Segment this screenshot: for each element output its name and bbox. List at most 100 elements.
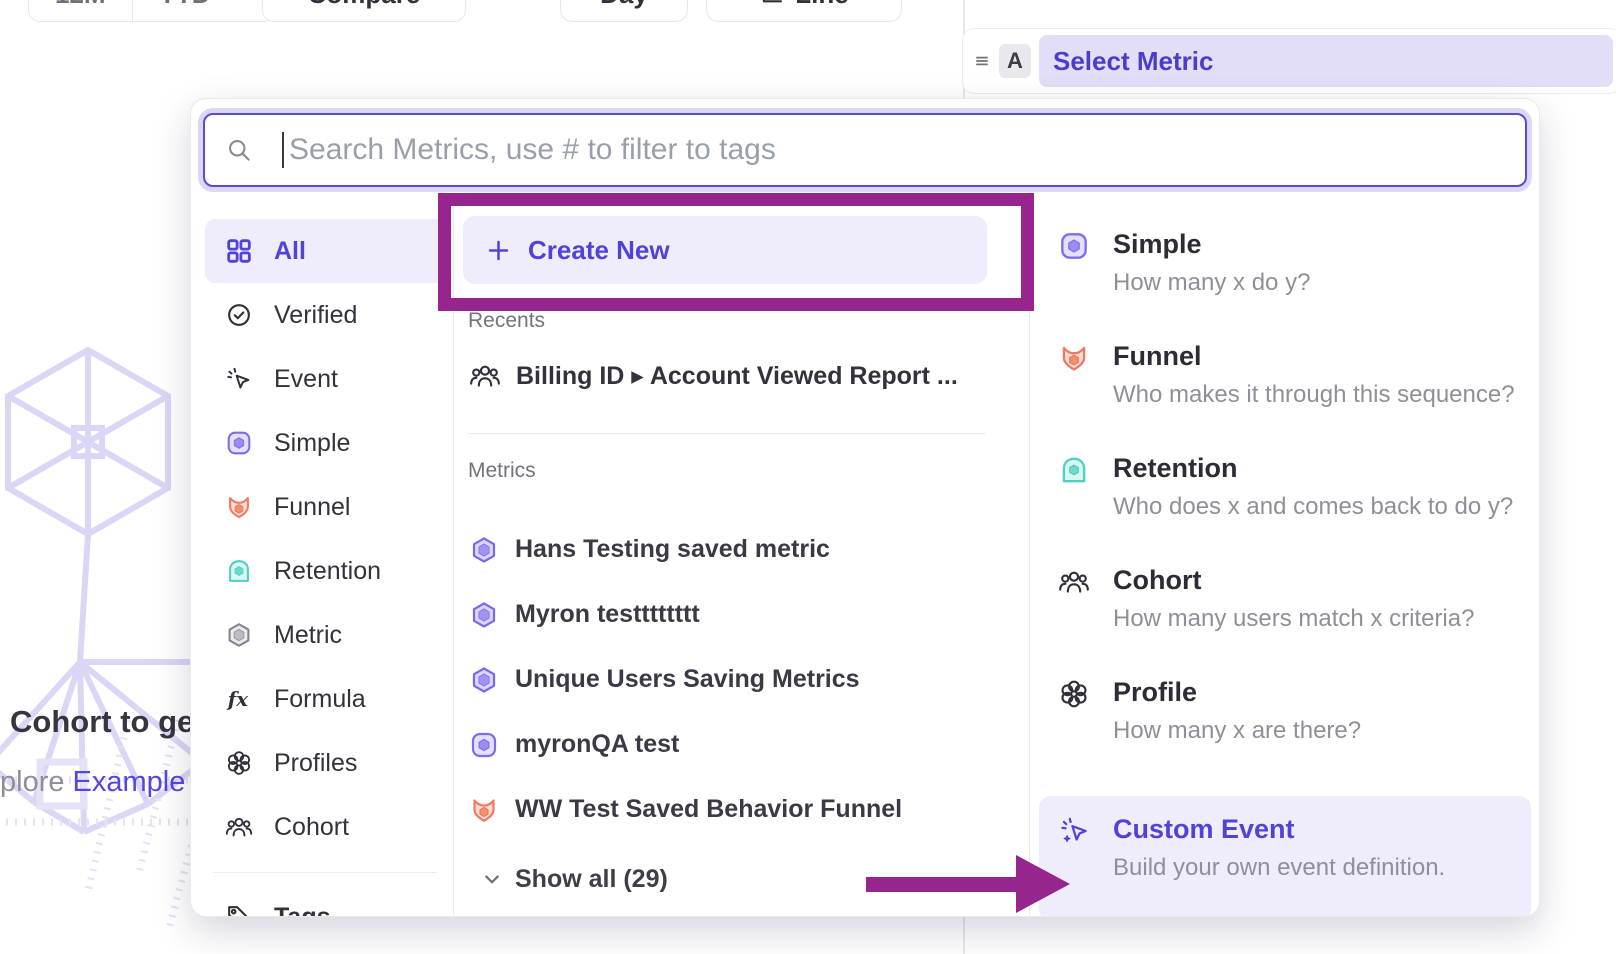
cursor-spark-accent-icon [1057, 814, 1091, 848]
chevron-down-icon [219, 0, 239, 4]
tag-icon [224, 902, 254, 917]
sidebar-item-cohort[interactable]: Cohort [205, 795, 445, 859]
funnel-icon [1057, 341, 1091, 375]
sidebar-item-metric[interactable]: Metric [205, 603, 445, 667]
metric-type-retention[interactable]: Retention Who does x and comes back to do… [1029, 451, 1539, 563]
funnel-icon [468, 794, 500, 826]
flower-icon [224, 748, 254, 778]
annotation-box [438, 193, 1034, 311]
metric-list-item[interactable]: WW Test Saved Behavior Funnel [468, 777, 1013, 842]
metric-slot-bar: A Select Metric [962, 28, 1616, 94]
sidebar-separator [213, 872, 437, 873]
sidebar-item-label: Profiles [274, 749, 357, 778]
background-subtext-prefix: plore [0, 766, 73, 798]
metric-type-funnel[interactable]: Funnel Who makes it through this sequence… [1029, 339, 1539, 451]
metrics-heading: Metrics [468, 459, 536, 483]
metric-type-profile[interactable]: ProfileHow many x are there? [1029, 675, 1539, 787]
line-chart-icon [759, 0, 785, 7]
day-label: Day [600, 0, 648, 10]
flower-icon [1057, 677, 1091, 711]
range-ytd-label: YTD [159, 0, 211, 10]
sidebar-item-tags[interactable]: Tags [205, 885, 445, 917]
sidebar-item-label: Tags [274, 903, 331, 918]
sidebar-item-label: Event [274, 365, 338, 394]
arch-icon [1057, 453, 1091, 487]
sidebar-item-label: All [274, 237, 306, 266]
sidebar-item-verified[interactable]: Verified [205, 283, 445, 347]
example-reports-link[interactable]: Example Re [73, 766, 190, 798]
sidebar-item-retention[interactable]: Retention [205, 539, 445, 603]
range-ytd-button[interactable]: YTD [132, 0, 275, 21]
recents-heading: Recents [468, 309, 545, 333]
svg-text:fx: fx [226, 688, 248, 711]
metric-item-label: WW Test Saved Behavior Funnel [515, 795, 902, 824]
metric-type-title: Retention [1113, 451, 1513, 485]
metric-type-title: Simple [1113, 227, 1310, 261]
sidebar-item-formula[interactable]: fx Formula [205, 667, 445, 731]
board-icon [224, 428, 254, 458]
show-all-label: Show all (29) [515, 865, 668, 894]
compare-button[interactable]: Compare [262, 0, 466, 22]
metric-type-desc: Who makes it through this sequence? [1113, 381, 1515, 409]
select-metric-label: Select Metric [1053, 46, 1213, 77]
sidebar-item-label: Simple [274, 429, 350, 458]
date-range-toggle[interactable]: 12M YTD [28, 0, 276, 22]
sidebar-item-simple[interactable]: Simple [205, 411, 445, 475]
day-granularity-button[interactable]: Day [560, 0, 688, 22]
metric-list-item[interactable]: Myron testttttttt [468, 582, 1013, 647]
search-field-wrap [203, 113, 1527, 187]
hex-purple-icon [468, 664, 500, 696]
grid-icon [224, 236, 254, 266]
metric-list-item[interactable]: Unique Users Saving Metrics [468, 647, 1013, 712]
metric-type-desc: How many x do y? [1113, 269, 1310, 297]
metric-list-item[interactable]: myronQA test [468, 712, 1013, 777]
funnel-icon [224, 492, 254, 522]
metric-list-item[interactable]: Hans Testing saved metric [468, 517, 1013, 582]
hex-gray-icon [224, 620, 254, 650]
metric-type-title: Custom Event [1113, 812, 1445, 846]
compare-label: Compare [308, 0, 421, 10]
verified-icon [224, 300, 254, 330]
series-a-badge: A [999, 44, 1031, 78]
metric-type-desc: Who does x and comes back to do y? [1113, 493, 1513, 521]
line-chart-type-button[interactable]: Line [706, 0, 902, 22]
metric-type-title: Funnel [1113, 339, 1515, 373]
metric-item-label: Unique Users Saving Metrics [515, 665, 860, 694]
formula-icon: fx [224, 684, 254, 714]
sidebar-item-funnel[interactable]: Funnel [205, 475, 445, 539]
metric-type-list: Simple How many x do y? Funnel Who makes it… [1029, 227, 1539, 917]
hex-purple-icon [468, 534, 500, 566]
metric-type-desc: How many users match x criteria? [1113, 605, 1474, 633]
people-icon [224, 812, 254, 842]
sidebar-item-label: Cohort [274, 813, 349, 842]
metric-type-cohort[interactable]: Cohort How many users match x criteria? [1029, 563, 1539, 675]
sidebar-item-label: Retention [274, 557, 381, 586]
column-divider-left [453, 207, 454, 916]
people-icon [1057, 565, 1091, 599]
sidebar-item-label: Formula [274, 685, 366, 714]
recent-item-billing[interactable]: Billing ID ▸ Account Viewed Report ... [468, 347, 988, 405]
range-12m-button[interactable]: 12M [29, 0, 132, 21]
sidebar-item-label: Metric [274, 621, 342, 650]
sidebar-item-all[interactable]: All [205, 219, 445, 283]
metric-type-desc: How many x are there? [1113, 717, 1361, 745]
sidebar-item-label: Funnel [274, 493, 350, 522]
arch-icon [224, 556, 254, 586]
recents-separator [468, 433, 986, 434]
sidebar-item-event[interactable]: Event [205, 347, 445, 411]
metric-item-label: Hans Testing saved metric [515, 535, 830, 564]
metric-type-simple[interactable]: Simple How many x do y? [1029, 227, 1539, 339]
show-all-toggle[interactable]: Show all (29) [479, 857, 668, 901]
drag-handle-icon[interactable] [973, 52, 991, 70]
metric-item-label: Myron testttttttt [515, 600, 700, 629]
select-metric-pill[interactable]: Select Metric [1039, 35, 1613, 87]
cursor-dark-icon [224, 364, 254, 394]
metric-item-label: myronQA test [515, 730, 679, 759]
metric-type-custom-event[interactable]: Custom EventBuild your own event definit… [1039, 796, 1531, 917]
metric-type-title: Cohort [1113, 563, 1474, 597]
sidebar-item-profiles[interactable]: Profiles [205, 731, 445, 795]
metric-search-input[interactable] [203, 113, 1527, 187]
board-icon [1057, 229, 1091, 263]
sidebar-item-label: Verified [274, 301, 357, 330]
recent-item-label: Billing ID ▸ Account Viewed Report ... [516, 361, 958, 391]
